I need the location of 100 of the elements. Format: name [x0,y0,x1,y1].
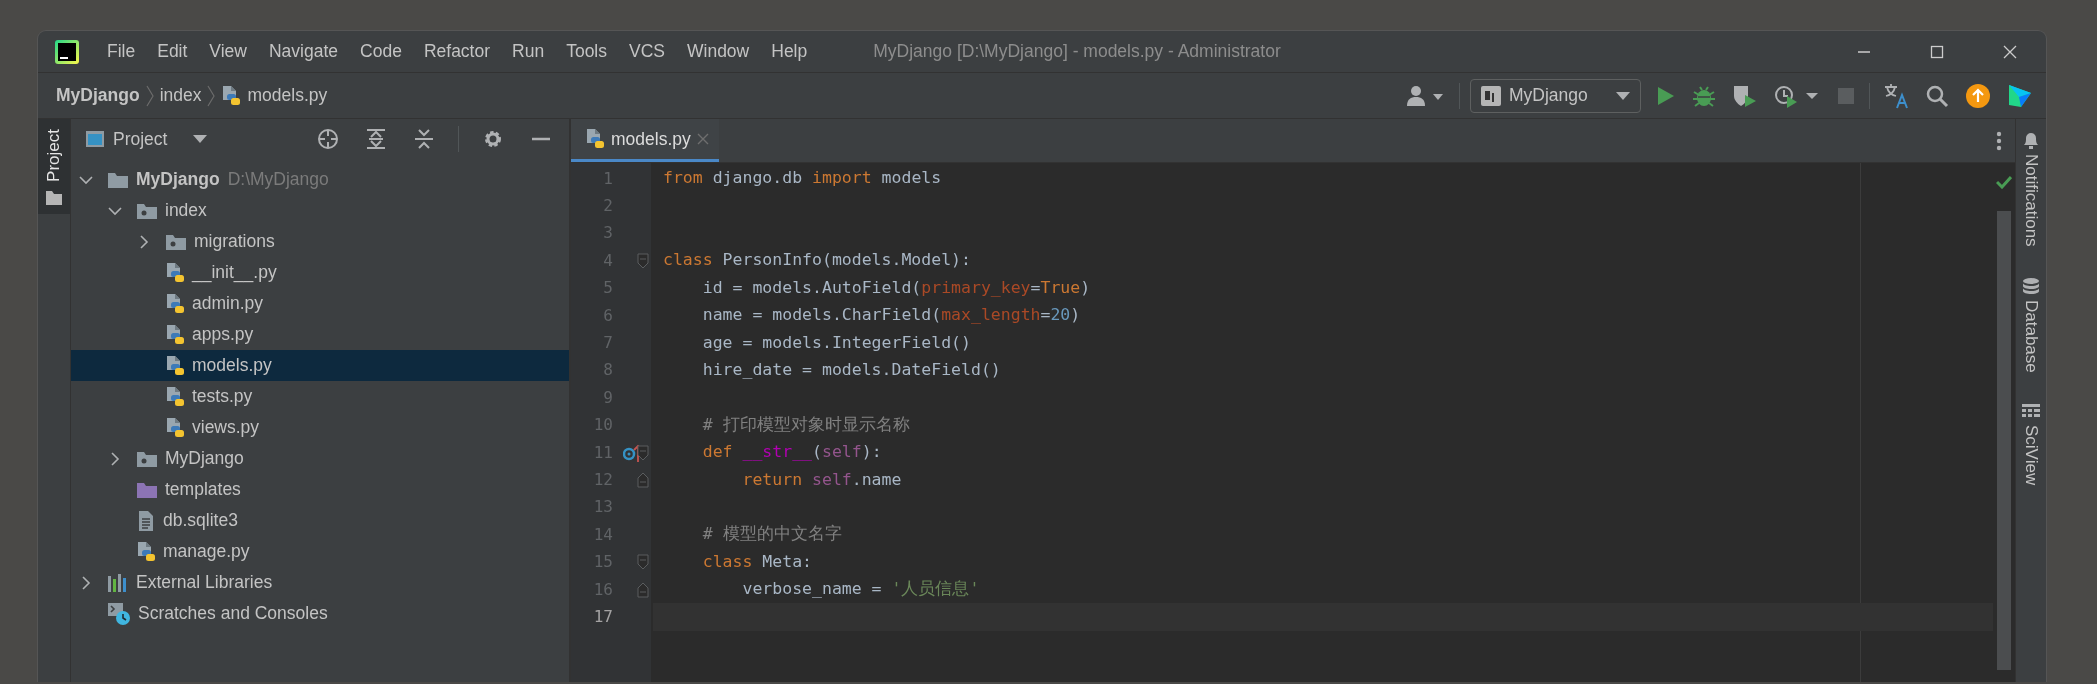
code-line: name = models.CharField(max_length=20) [701,304,1082,327]
run-configuration-dropdown[interactable]: MyDjango [1470,78,1641,113]
fold-marker[interactable] [637,472,649,488]
database-icon [2021,276,2041,296]
folder-icon [107,170,129,189]
fold-marker[interactable] [637,554,649,571]
package-folder-icon [165,232,187,251]
tree-item[interactable]: db.sqlite3 [71,505,569,536]
tree-item[interactable]: tests.py [71,381,569,412]
editor-tab[interactable]: models.py [571,119,719,162]
menu-item[interactable]: Code [360,36,402,67]
python-file-icon [136,540,156,563]
python-file-icon [165,261,185,284]
clock-play-icon[interactable] [1774,83,1820,108]
code-line: return self.name [741,468,903,491]
path-hint: D:\MyDjango [227,168,329,192]
app-logo-icon [55,39,79,64]
tree-item[interactable]: manage.py [71,536,569,567]
maximize-icon[interactable] [1928,43,1945,60]
package-folder-icon [136,201,158,220]
menu-item[interactable]: Tools [566,36,607,67]
tree-item[interactable]: admin.py [71,288,569,319]
up-arrow-circle-icon[interactable] [1965,82,1991,109]
tree-item[interactable]: index [71,195,569,226]
settings-icon[interactable] [482,128,504,150]
menu-item[interactable]: VCS [629,36,665,67]
tree-item[interactable]: __init__.py [71,257,569,288]
code-line: class PersonInfo(models.Model): [662,249,972,272]
tree-item[interactable]: apps.py [71,319,569,350]
search-icon[interactable] [1925,83,1949,108]
crosshair-icon[interactable] [317,128,339,150]
check-icon [1996,175,2012,189]
user-dropdown-icon[interactable] [1406,84,1446,107]
tree-item[interactable]: External Libraries [71,567,569,598]
tree-item[interactable]: migrations [71,226,569,257]
text-file-icon [136,509,156,532]
menu-item[interactable]: Edit [157,36,188,67]
app-logo-icon[interactable] [2007,82,2033,109]
menu-item[interactable]: Navigate [269,36,339,67]
tool-window-tab[interactable]: Database [2018,276,2044,373]
tool-window-tab[interactable]: Notifications [2018,131,2044,247]
menu-item[interactable]: Window [687,36,750,67]
caret-icon[interactable] [193,134,208,144]
chevron-right-icon [145,84,154,107]
package-folder-icon [136,449,158,468]
code-line: from django.db import models [662,167,943,190]
python-file-icon [165,416,185,439]
code-line: verbose_name = '人员信息' [741,578,981,601]
chevron-right-icon[interactable] [137,234,151,249]
menu-item[interactable]: View [209,36,247,67]
expand-all-icon[interactable] [365,128,387,150]
fold-marker[interactable] [637,581,649,598]
fold-marker[interactable] [637,252,649,269]
window-title: MyDjango [D:\MyDjango] - models.py - Administrator [873,40,1281,64]
chevron-right-icon[interactable] [108,451,122,466]
django-icon [1481,85,1501,106]
chevron-right-icon [207,84,216,107]
tree-item[interactable]: templates [71,474,569,505]
code-line: # 模型的中文名字 [701,523,843,546]
code-line: hire_date = models.DateField() [701,359,1002,382]
scrollbar-thumb[interactable] [1997,211,2011,670]
fold-marker[interactable] [637,444,649,461]
caret-icon [1616,90,1630,101]
python-file-icon [165,385,185,408]
chevron-right-icon[interactable] [79,575,93,590]
line-number: 17 [592,605,613,628]
breadcrumb-item[interactable]: MyDjango [56,82,140,109]
python-file-icon [165,292,185,315]
code-line: # 打印模型对象时显示名称 [701,413,911,436]
shield-play-icon[interactable] [1732,83,1758,108]
terminal-clock-icon [107,601,131,626]
python-file-icon [585,128,605,150]
breadcrumb-item[interactable]: index [159,82,202,109]
python-file-icon [221,84,242,107]
menu-item[interactable]: Run [512,36,545,67]
translate-icon[interactable] [1883,82,1909,109]
menu-item[interactable]: Refactor [423,36,491,67]
breadcrumb-item[interactable]: models.py [247,82,328,109]
menu-item[interactable]: Help [771,36,808,67]
folder-icon [136,480,158,499]
bar-chart-icon [107,572,129,593]
tree-item[interactable]: views.py [71,412,569,443]
tool-window-tab[interactable]: Project [38,119,70,214]
more-options-icon[interactable] [1996,130,2002,151]
code-line: class Meta: [701,550,813,573]
code-line: age = models.IntegerField() [701,331,972,354]
tree-item[interactable]: MyDjango D:\MyDjango [71,164,569,195]
code-line: def __str__(self): [701,441,883,464]
collapse-all-icon[interactable] [413,128,435,150]
panel-title[interactable]: Project [113,125,168,153]
folder-icon [45,189,63,206]
bell-icon [2021,131,2041,150]
code-line: id = models.AutoField(primary_key=True) [701,276,1092,299]
python-file-icon [165,354,185,377]
tree-item[interactable]: models.py [71,350,569,381]
tool-window-tab[interactable]: SciView [2018,402,2044,486]
tree-item[interactable]: MyDjango [71,443,569,474]
menu-item[interactable]: File [107,36,136,67]
window-icon [85,130,105,148]
tree-item[interactable]: Scratches and Consoles [71,598,569,629]
